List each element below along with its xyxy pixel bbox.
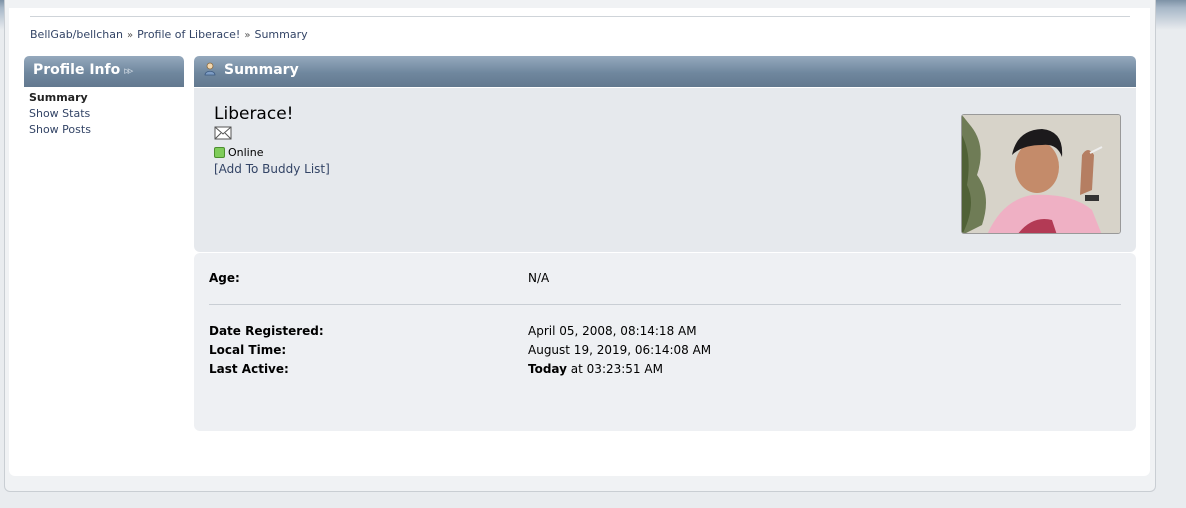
summary-title: Summary <box>224 62 299 78</box>
profile-info-header: Profile Info ▹▹ <box>24 56 184 87</box>
age-value: N/A <box>528 271 550 285</box>
add-to-buddy-list-link[interactable]: [Add To Buddy List] <box>214 162 330 176</box>
profile-info-title: Profile Info <box>33 62 121 78</box>
collapse-arrows-icon[interactable]: ▹▹ <box>124 64 133 77</box>
email-icon[interactable] <box>214 126 232 140</box>
age-label: Age: <box>209 271 240 285</box>
breadcrumb-profile[interactable]: Profile of Liberace! <box>137 28 240 41</box>
breadcrumb-separator: » <box>244 30 251 41</box>
sidebar-item-summary[interactable]: Summary <box>29 90 91 106</box>
last-active-value: Today at 03:23:51 AM <box>528 362 663 376</box>
last-active-time: at 03:23:51 AM <box>566 362 663 376</box>
date-registered-value: April 05, 2008, 08:14:18 AM <box>528 324 697 338</box>
breadcrumb-summary[interactable]: Summary <box>254 28 307 41</box>
online-label: Online <box>228 146 264 159</box>
breadcrumb: BellGab/bellchan» Profile of Liberace!» Su… <box>30 28 308 41</box>
sidebar-item-show-stats[interactable]: Show Stats <box>29 106 91 122</box>
last-active-label: Last Active: <box>209 362 289 376</box>
local-time-value: August 19, 2019, 06:14:08 AM <box>528 343 712 357</box>
breadcrumb-separator: » <box>126 30 134 41</box>
profile-nav: Summary Show Stats Show Posts <box>29 90 91 138</box>
sidebar-item-show-posts[interactable]: Show Posts <box>29 122 91 138</box>
username: Liberace! <box>214 104 294 124</box>
avatar <box>961 114 1121 234</box>
date-registered-label: Date Registered: <box>209 324 324 338</box>
user-icon <box>204 62 216 76</box>
online-indicator-icon <box>214 147 225 158</box>
profile-details-box: Age: N/A Date Registered: April 05, 2008… <box>194 253 1136 431</box>
content-area: BellGab/bellchan» Profile of Liberace!» Su… <box>9 8 1150 476</box>
online-status: Online <box>214 146 263 159</box>
avatar-image <box>962 115 1120 233</box>
profile-summary-box: Liberace! Online [Add To Buddy List] <box>194 88 1136 252</box>
details-divider <box>209 304 1121 305</box>
breadcrumb-forum[interactable]: BellGab/bellchan <box>30 28 123 41</box>
local-time-label: Local Time: <box>209 343 287 357</box>
summary-header: Summary <box>194 56 1136 87</box>
last-active-day: Today <box>528 362 567 376</box>
top-divider <box>30 16 1130 17</box>
